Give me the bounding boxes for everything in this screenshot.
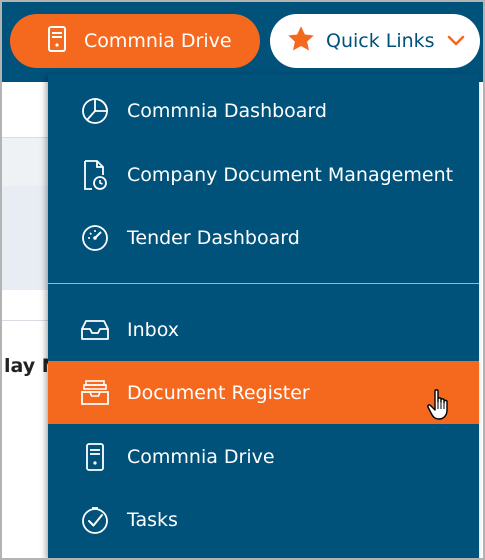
quick-links-label: Quick Links [326, 30, 435, 52]
menu-item-label: Commnia Drive [127, 445, 275, 468]
menu-item-label: Tender Dashboard [127, 226, 300, 249]
inbox-tray-icon [78, 313, 112, 347]
commnia-drive-label: Commnia Drive [84, 30, 232, 52]
app-window: lay N Commnia Drive Quick Links Commnia … [0, 0, 485, 560]
menu-item-company-document-management[interactable]: Company Document Management [48, 143, 479, 206]
menu-item-tasks[interactable]: Tasks [48, 488, 479, 551]
quick-links-button[interactable]: Quick Links [270, 14, 480, 68]
chevron-down-icon [447, 32, 465, 51]
archive-tray-icon [78, 376, 112, 410]
quick-links-menu: Commnia Dashboard Company Document Manag… [48, 74, 479, 558]
menu-item-commnia-drive[interactable]: Commnia Drive [48, 425, 479, 488]
menu-item-label: Company Document Management [127, 163, 454, 186]
server-icon [46, 25, 68, 57]
document-clock-icon [78, 158, 112, 192]
menu-divider [48, 283, 479, 284]
menu-item-label: Commnia Dashboard [127, 99, 327, 122]
pie-chart-icon [78, 94, 112, 128]
star-icon [286, 24, 316, 58]
menu-item-commnia-dashboard[interactable]: Commnia Dashboard [48, 79, 479, 142]
menu-item-document-register[interactable]: Document Register [48, 361, 479, 424]
server-icon [78, 440, 112, 474]
menu-item-inbox[interactable]: Inbox [48, 298, 479, 361]
hand-cursor-icon [426, 388, 454, 426]
menu-item-tender-dashboard[interactable]: Tender Dashboard [48, 206, 479, 269]
menu-item-label: Document Register [127, 381, 310, 404]
check-circle-icon [78, 503, 112, 537]
commnia-drive-button[interactable]: Commnia Drive [10, 14, 260, 68]
menu-item-label: Tasks [127, 508, 178, 531]
gauge-icon [78, 221, 112, 255]
menu-item-label: Inbox [127, 318, 179, 341]
